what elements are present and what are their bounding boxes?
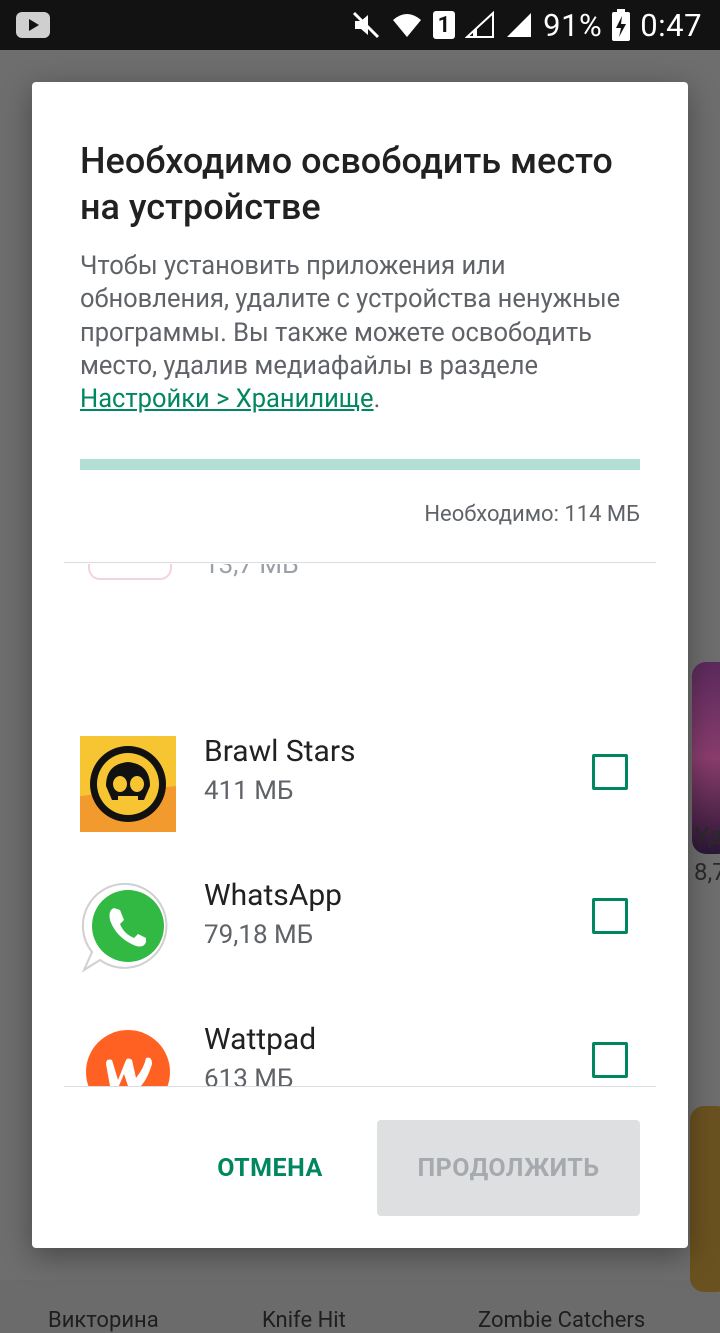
app-list[interactable]: 13,7 МБ Brawl Stars 411 МБ WhatsApp 79,1… (32, 564, 688, 1086)
list-item[interactable]: Wattpad 613 МБ (32, 1010, 688, 1086)
top-divider (64, 562, 656, 563)
app-size: 411 МБ (204, 776, 294, 806)
status-bar: 1 91% 0:47 (0, 0, 720, 50)
app-name: Brawl Stars (204, 734, 356, 769)
youtube-notification-icon (16, 12, 50, 42)
background-bottom-item: Zombie Catchers (478, 1308, 646, 1333)
continue-button[interactable]: ПРОДОЛЖИТЬ (377, 1120, 640, 1216)
app-size: 613 МБ (204, 1064, 294, 1086)
free-up-space-dialog: Необходимо освободить место на устройств… (32, 82, 688, 1248)
signal-icon-2 (505, 11, 533, 39)
background-bottom-item: Викторина (48, 1308, 159, 1333)
app-name: Wattpad (204, 1022, 317, 1057)
mute-icon (351, 10, 381, 40)
required-space-label: Необходимо: 114 МБ (424, 502, 640, 527)
cancel-button[interactable]: ОТМЕНА (192, 1120, 348, 1216)
background-bottom-item: Knife Hit (262, 1308, 346, 1333)
select-checkbox[interactable] (592, 898, 628, 934)
background-app-title: Уд (694, 822, 720, 850)
wifi-icon (391, 11, 423, 39)
signal-icon (465, 11, 495, 39)
background-app-size: 8,7 (694, 858, 720, 886)
wattpad-icon (80, 1024, 176, 1086)
select-checkbox[interactable] (592, 1042, 628, 1078)
partial-app-size: 13,7 МБ (204, 564, 299, 580)
dialog-title: Необходимо освободить место на устройств… (80, 140, 613, 228)
dialog-body: Чтобы установить приложения или обновлен… (80, 250, 650, 416)
space-progress-bar (80, 459, 640, 470)
whatsapp-icon (80, 880, 176, 976)
storage-settings-link[interactable]: Настройки > Хранилище (80, 384, 374, 414)
app-name: WhatsApp (204, 878, 343, 913)
battery-icon (612, 9, 631, 41)
select-checkbox[interactable] (592, 754, 628, 790)
battery-percent: 91% (543, 6, 603, 44)
background-app-thumbnail-2 (690, 1106, 720, 1292)
clock: 0:47 (640, 6, 702, 44)
bottom-divider (64, 1086, 656, 1087)
sim-badge: 1 (433, 11, 456, 39)
app-size: 79,18 МБ (204, 920, 314, 950)
brawl-stars-icon (80, 736, 176, 832)
dialog-body-suffix: . (373, 384, 381, 415)
dialog-body-text: Чтобы установить приложения или обновлен… (80, 251, 621, 381)
partial-app-icon (88, 564, 172, 580)
list-item[interactable]: WhatsApp 79,18 МБ (32, 866, 688, 1010)
list-item[interactable]: Brawl Stars 411 МБ (32, 722, 688, 866)
